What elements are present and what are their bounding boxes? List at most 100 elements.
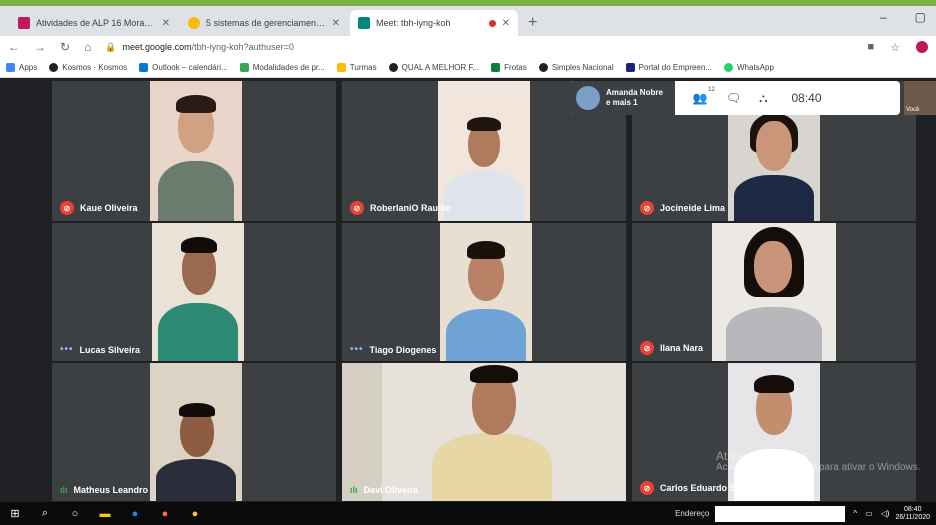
participant-tile[interactable]: ılı Davi Oliveira bbox=[342, 363, 626, 501]
participant-name-label: ⊘ Ilana Nara bbox=[640, 341, 703, 355]
forward-arrow-icon[interactable]: → bbox=[34, 40, 46, 54]
participant-tile[interactable]: ılı Matheus Leandro bbox=[52, 363, 336, 501]
tab-favicon-icon bbox=[18, 17, 30, 29]
self-view-tile[interactable]: Você bbox=[904, 81, 936, 115]
close-icon[interactable]: ✕ bbox=[332, 18, 340, 29]
chat-icon[interactable]: 🗨 bbox=[726, 91, 741, 105]
presenter-label: Amanda Nobre e mais 1 bbox=[606, 88, 663, 107]
classroom-icon bbox=[336, 63, 346, 72]
meeting-clock: 08:40 bbox=[791, 91, 822, 105]
mic-off-icon: ⊘ bbox=[640, 341, 654, 355]
taskbar-address-input[interactable] bbox=[715, 505, 846, 522]
system-tray: ^ ▭ ◁) bbox=[853, 509, 889, 518]
restore-button[interactable]: ▢ bbox=[915, 10, 926, 24]
close-icon[interactable]: ✕ bbox=[162, 18, 170, 29]
bookmark-modalidades[interactable]: Modalidades de pr... bbox=[239, 63, 325, 72]
meet-video-grid: ⊘ Kaue Oliveira ⊘ RoberlaniO Rauilio ⊘ Joci… bbox=[0, 78, 936, 502]
participant-video bbox=[152, 223, 244, 361]
bookmark-frotas[interactable]: Frotas bbox=[491, 63, 527, 72]
self-label: Você bbox=[906, 107, 920, 113]
participant-name-label: ⊘ Jocineide Lima bbox=[640, 201, 725, 215]
back-arrow-icon[interactable]: ← bbox=[8, 40, 20, 54]
participant-name-label: ⊘ Carlos Eduardo Silva Cavalcante bbox=[640, 481, 801, 495]
task-view-icon[interactable]: ○ bbox=[60, 508, 90, 520]
meet-favicon-icon bbox=[358, 17, 370, 29]
mic-off-icon: ⊘ bbox=[640, 201, 654, 215]
close-icon[interactable]: ✕ bbox=[502, 18, 510, 29]
globe-icon bbox=[49, 63, 59, 72]
tab-meet[interactable]: Meet: tbh-iyng-koh ✕ bbox=[350, 10, 518, 36]
tab-atividades[interactable]: Atividades de ALP 16 Morada N... ✕ bbox=[10, 10, 178, 36]
frotas-icon bbox=[491, 63, 501, 72]
avatar bbox=[576, 86, 600, 110]
new-tab-button[interactable]: + bbox=[528, 10, 537, 36]
firefox-icon[interactable]: ● bbox=[150, 508, 180, 520]
url-host: meet.google.com bbox=[122, 42, 192, 52]
participant-video bbox=[728, 113, 820, 221]
mic-off-icon: ⊘ bbox=[60, 201, 74, 215]
taskbar-clock[interactable]: 08:40 26/11/2020 bbox=[895, 506, 930, 522]
bookmarks-bar: Apps Kosmos · Kosmos Outlook – calendári… bbox=[0, 58, 936, 78]
participant-name-label: ⊘ Kaue Oliveira bbox=[60, 201, 138, 215]
bookmark-simples-nacional[interactable]: Simples Nacional bbox=[538, 63, 614, 72]
call-info-bar: Amanda Nobre e mais 1 👥 12 🗨 ⛬ 08:40 bbox=[570, 81, 900, 115]
participant-name-label: ••• Lucas Silveira bbox=[60, 344, 141, 355]
profile-avatar[interactable] bbox=[916, 41, 928, 53]
minimize-button[interactable]: – bbox=[880, 10, 887, 24]
participant-video bbox=[438, 81, 530, 221]
participants-icon[interactable]: 👥 12 bbox=[693, 87, 715, 105]
chevron-up-icon[interactable]: ^ bbox=[853, 509, 857, 518]
participant-tile[interactable]: ⊘ Carlos Eduardo Silva Cavalcante bbox=[632, 363, 916, 501]
participant-tile[interactable]: ••• Lucas Silveira bbox=[52, 223, 336, 361]
windows-activation-watermark: Ativar o Windows Acesse Configurações pa… bbox=[716, 449, 921, 473]
volume-icon[interactable]: ◁) bbox=[881, 509, 890, 518]
presenter-box[interactable]: Amanda Nobre e mais 1 bbox=[570, 81, 675, 115]
chrome-icon[interactable]: ● bbox=[180, 508, 210, 520]
mic-off-icon: ⊘ bbox=[640, 481, 654, 495]
participant-tile[interactable]: ⊘ Kaue Oliveira bbox=[52, 81, 336, 221]
network-icon[interactable]: ▭ bbox=[865, 509, 873, 518]
star-icon[interactable]: ☆ bbox=[890, 41, 900, 54]
tab-sistemas[interactable]: 5 sistemas de gerenciamento de... ✕ bbox=[180, 10, 348, 36]
audio-level-icon: ılı bbox=[350, 485, 358, 495]
edge-icon[interactable]: ● bbox=[120, 508, 150, 520]
participant-tile[interactable]: ••• Tiago Diogenes bbox=[342, 223, 626, 361]
participant-name-label: ılı Davi Oliveira bbox=[350, 485, 419, 495]
participant-video bbox=[342, 363, 626, 501]
url-field[interactable]: 🔒 meet.google.com/tbh-iyng-koh?authuser=… bbox=[105, 42, 867, 53]
participant-video bbox=[440, 223, 532, 361]
participant-name-label: ⊘ RoberlaniO Rauilio bbox=[350, 201, 451, 215]
bookmark-portal-empreendedor[interactable]: Portal do Empreen... bbox=[625, 63, 712, 72]
mic-off-icon: ⊘ bbox=[350, 201, 364, 215]
address-bar-actions: ■ ☆ bbox=[867, 41, 928, 54]
windows-start-icon[interactable]: ⊞ bbox=[0, 507, 30, 520]
tab-title: Meet: tbh-iyng-koh bbox=[376, 18, 451, 28]
apps-grid-icon bbox=[6, 63, 15, 72]
participant-video bbox=[150, 81, 242, 221]
camera-in-use-icon[interactable]: ■ bbox=[867, 41, 874, 53]
participant-video bbox=[150, 363, 242, 501]
portal-icon bbox=[625, 63, 635, 72]
file-explorer-icon[interactable]: ▬ bbox=[90, 508, 120, 520]
recording-dot-icon bbox=[488, 19, 496, 27]
reload-icon[interactable]: ↻ bbox=[60, 40, 70, 54]
bookmark-qual-a-melhor[interactable]: QUAL A MELHOR F... bbox=[388, 63, 479, 72]
url-path: /tbh-iyng-koh?authuser=0 bbox=[191, 42, 294, 52]
globe-icon bbox=[538, 63, 548, 72]
home-icon[interactable]: ⌂ bbox=[84, 40, 91, 54]
tab-title: Atividades de ALP 16 Morada N... bbox=[36, 18, 156, 28]
bookmark-outlook[interactable]: Outlook – calendári... bbox=[139, 63, 228, 72]
tab-title: 5 sistemas de gerenciamento de... bbox=[206, 18, 326, 28]
speaking-dots-icon: ••• bbox=[350, 344, 364, 355]
activities-icon[interactable]: ⛬ bbox=[759, 91, 767, 106]
outlook-icon bbox=[139, 63, 149, 72]
participant-tile[interactable]: ⊘ Ilana Nara bbox=[632, 223, 916, 361]
bookmark-turmas[interactable]: Turmas bbox=[336, 63, 377, 72]
site-icon bbox=[239, 63, 249, 72]
search-icon[interactable]: ⌕ bbox=[30, 507, 60, 520]
bookmark-apps[interactable]: Apps bbox=[6, 63, 37, 72]
audio-level-icon: ılı bbox=[60, 485, 68, 495]
bookmark-kosmos[interactable]: Kosmos · Kosmos bbox=[49, 63, 127, 72]
whatsapp-icon bbox=[724, 63, 733, 72]
bookmark-whatsapp[interactable]: WhatsApp bbox=[724, 63, 774, 72]
